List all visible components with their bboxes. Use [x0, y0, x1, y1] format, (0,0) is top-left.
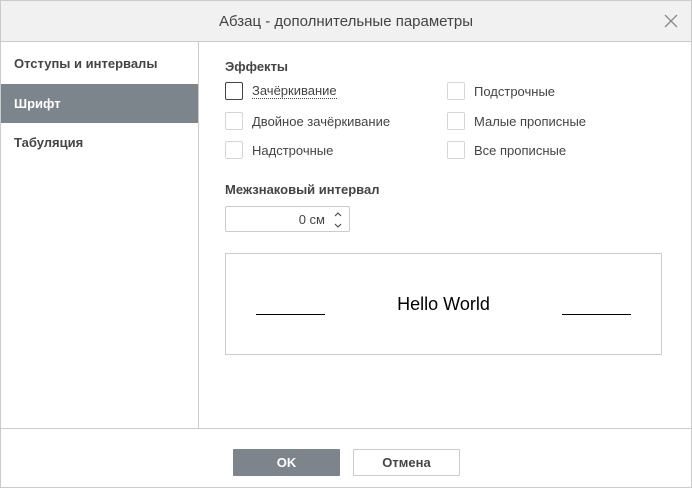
sidebar-item-label: Отступы и интервалы — [14, 56, 158, 71]
double-strikethrough-label: Двойное зачёркивание — [252, 113, 391, 129]
effects-title: Эффекты — [225, 59, 289, 74]
small-caps-checkbox[interactable] — [447, 112, 465, 130]
sidebar-item-font[interactable]: Шрифт — [1, 84, 198, 123]
dialog-title: Абзац - дополнительные параметры — [218, 13, 474, 30]
subscript-checkbox[interactable] — [447, 82, 465, 100]
chevron-up-icon[interactable] — [332, 208, 344, 219]
all-caps-checkbox[interactable] — [447, 141, 465, 159]
subscript-label: Подстрочные — [474, 83, 556, 99]
dialog-footer: OK Отмена — [1, 428, 691, 487]
settings-sidebar: Отступы и интервалы Шрифт Табуляция — [1, 42, 199, 428]
all-caps-label: Все прописные — [474, 142, 567, 158]
superscript-option[interactable]: Надстрочные — [225, 140, 333, 160]
subscript-option[interactable]: Подстрочные — [447, 81, 555, 101]
character-spacing-stepper[interactable] — [225, 206, 350, 232]
preview-right-line — [562, 314, 631, 315]
font-settings-panel: Эффекты Зачёркивание Двойное зачёркивани… — [200, 42, 691, 428]
character-spacing-input[interactable] — [226, 207, 328, 231]
font-preview: Hello World — [225, 253, 662, 355]
chevron-down-icon[interactable] — [332, 219, 344, 230]
character-spacing-title: Межзнаковый интервал — [225, 182, 380, 197]
dialog-titlebar: Абзац - дополнительные параметры — [1, 1, 691, 42]
strikethrough-checkbox[interactable] — [225, 82, 243, 100]
close-icon[interactable] — [663, 13, 679, 29]
double-strikethrough-checkbox[interactable] — [225, 112, 243, 130]
preview-text: Hello World — [397, 294, 490, 314]
sidebar-item-label: Табуляция — [14, 135, 84, 150]
ok-button[interactable]: OK — [233, 449, 340, 476]
sidebar-item-indents-spacing[interactable]: Отступы и интервалы — [1, 44, 198, 83]
sidebar-item-tabs[interactable]: Табуляция — [1, 123, 198, 162]
cancel-button[interactable]: Отмена — [353, 449, 460, 476]
small-caps-label: Малые прописные — [474, 113, 587, 129]
strikethrough-label: Зачёркивание — [252, 83, 337, 99]
superscript-label: Надстрочные — [252, 142, 334, 158]
paragraph-settings-dialog: Абзац - дополнительные параметры Отступы… — [0, 0, 692, 488]
double-strikethrough-option[interactable]: Двойное зачёркивание — [225, 111, 390, 131]
strikethrough-option[interactable]: Зачёркивание — [225, 81, 337, 101]
small-caps-option[interactable]: Малые прописные — [447, 111, 586, 131]
sidebar-item-label: Шрифт — [14, 96, 61, 111]
superscript-checkbox[interactable] — [225, 141, 243, 159]
all-caps-option[interactable]: Все прописные — [447, 140, 566, 160]
